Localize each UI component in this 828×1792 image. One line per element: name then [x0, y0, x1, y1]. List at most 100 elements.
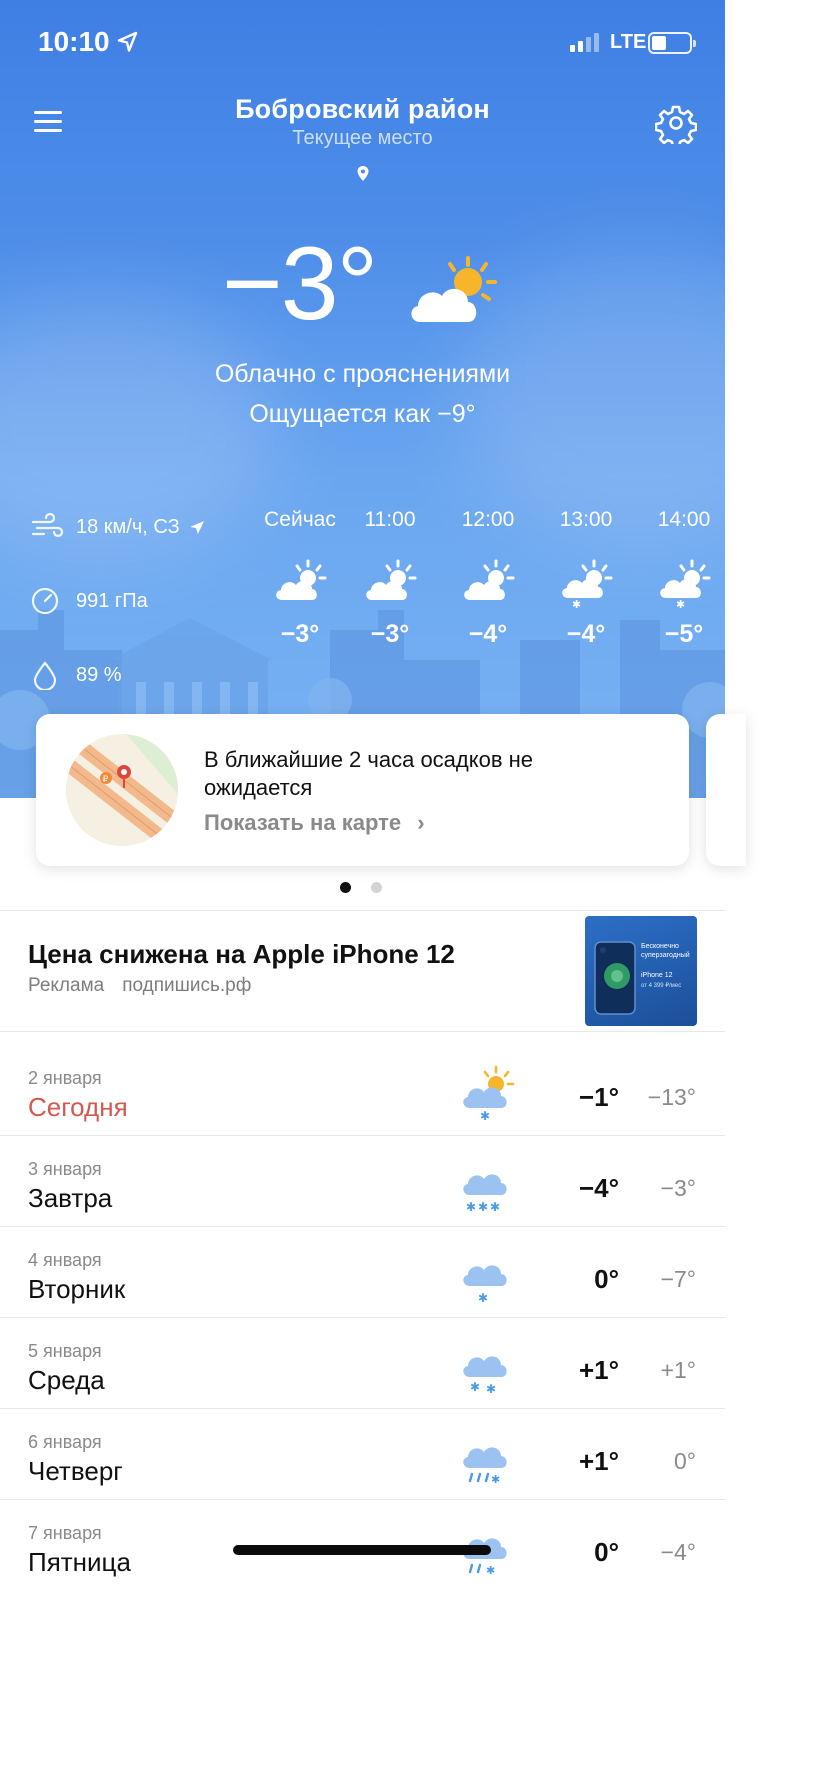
partly-cloudy-icon [276, 559, 327, 600]
forecast-high: −1° [578, 1082, 619, 1112]
precipitation-message: В ближайшие 2 часа осадков не ожидается [204, 747, 534, 800]
forecast-day-row[interactable]: 4 января Вторник ✱ 0° −7° [0, 1226, 725, 1317]
location-pin-icon [357, 166, 369, 181]
forecast-low: −4° [660, 1539, 696, 1565]
svg-text:✱: ✱ [486, 1564, 495, 1575]
hour-item[interactable]: 13:00 ✱ −4° [538, 508, 634, 649]
hour-item[interactable]: 14:00 ✱ −5° [636, 508, 732, 649]
sleet-icon: ✱ [463, 1447, 507, 1484]
forecast-day-row[interactable]: 5 января Среда ✱ ✱ +1° +1° [0, 1317, 725, 1408]
forecast-day-name: Пятница [28, 1547, 131, 1577]
svg-text:✱: ✱ [491, 1473, 500, 1484]
partly-cloudy-icon [464, 559, 515, 600]
show-on-map-link[interactable]: Показать на карте › [204, 810, 425, 836]
next-card-peek[interactable] [706, 714, 746, 866]
hour-time: 14:00 [657, 508, 711, 531]
forecast-high: −4° [578, 1173, 619, 1203]
svg-text:✱: ✱ [572, 598, 581, 608]
forecast-low: 0° [674, 1448, 696, 1474]
network-label: LTE [610, 31, 647, 53]
svg-text:✱: ✱ [478, 1291, 488, 1302]
humidity-stat: 89 % [30, 660, 122, 690]
precipitation-card[interactable]: ₽ В ближайшие 2 часа осадков не ожидаетс… [36, 714, 689, 866]
svg-text:✱: ✱ [478, 1200, 488, 1211]
forecast-day-row[interactable]: 6 января Четверг ✱ +1° 0° [0, 1408, 725, 1499]
hour-temperature: −3° [280, 620, 320, 648]
pressure-value: 991 гПа [76, 589, 148, 612]
wind-icon [31, 512, 64, 538]
forecast-date: 5 января [28, 1341, 102, 1361]
settings-button[interactable] [654, 102, 698, 149]
svg-text:₽: ₽ [103, 775, 109, 785]
partly-cloudy-icon [411, 256, 497, 322]
ad-image-text: iPhone 12 [641, 972, 673, 979]
forecast-date: 7 января [28, 1523, 102, 1543]
svg-text:✱: ✱ [480, 1109, 490, 1120]
svg-text:✱: ✱ [490, 1200, 500, 1211]
forecast-high: 0° [594, 1537, 619, 1567]
svg-text:✱: ✱ [466, 1200, 476, 1211]
home-indicator[interactable] [233, 1545, 491, 1555]
wind-stat: 18 км/ч, СЗ [30, 512, 218, 542]
ad-source: подпишись.рф [122, 975, 252, 996]
hour-item[interactable]: 11:00 −3° [342, 508, 438, 649]
forecast-high: +1° [578, 1355, 619, 1385]
forecast-low: −13° [647, 1084, 696, 1110]
partly-cloudy-snow-icon: ✱ [463, 1065, 515, 1120]
current-temperature: −3° [222, 226, 378, 342]
ad-meta: Реклама подпишись.рф [28, 975, 251, 997]
hour-time: 11:00 [364, 508, 416, 531]
gear-icon [654, 105, 698, 149]
hour-time: Сейчас [264, 508, 336, 531]
pagination-dot-active [340, 882, 351, 893]
location-arrow-icon [117, 31, 138, 52]
chevron-right-icon: › [417, 810, 425, 835]
hour-temperature: −3° [370, 620, 410, 648]
pressure-gauge-icon [31, 587, 59, 615]
forecast-high: 0° [594, 1264, 619, 1294]
forecast-date: 4 января [28, 1250, 102, 1270]
hour-time: 12:00 [461, 508, 515, 531]
current-condition: Облачно с прояснениями [214, 360, 511, 388]
forecast-low: −3° [660, 1175, 696, 1201]
signal-bars-icon [570, 33, 599, 52]
wind-direction-icon [189, 521, 204, 534]
hour-temperature: −5° [664, 620, 704, 648]
hour-time: 13:00 [559, 508, 613, 531]
ad-image: Бесконечно суперзагодный iPhone 12 от 4 … [585, 916, 697, 1026]
pressure-stat: 991 гПа [30, 586, 148, 616]
show-on-map-label: Показать на карте [204, 810, 402, 835]
forecast-day-name: Вторник [28, 1274, 126, 1304]
humidity-drop-icon [33, 661, 57, 690]
status-time: 10:10 [38, 26, 110, 57]
partly-cloudy-light-snow-icon: ✱ [660, 559, 711, 608]
battery-icon [648, 32, 696, 54]
hour-temperature: −4° [566, 620, 606, 648]
forecast-day-name: Среда [28, 1365, 105, 1395]
forecast-low: −7° [660, 1266, 696, 1292]
humidity-value: 89 % [76, 663, 122, 686]
hour-item[interactable]: Сейчас −3° [252, 508, 348, 649]
light-snow-icon: ✱ [463, 1265, 507, 1302]
svg-text:✱: ✱ [486, 1382, 496, 1393]
forecast-date: 6 января [28, 1432, 102, 1452]
feels-like: Ощущается как −9° [249, 400, 476, 428]
wind-value: 18 км/ч, СЗ [76, 515, 180, 538]
hour-temperature: −4° [468, 620, 508, 648]
location-header[interactable]: Бобровский район Текущее место [0, 94, 725, 150]
hour-item[interactable]: 12:00 −4° [440, 508, 536, 649]
precipitation-map-thumbnail: ₽ [66, 734, 178, 846]
forecast-high: +1° [578, 1446, 619, 1476]
ad-image-text: от 4 399 ₽/мес [641, 983, 682, 989]
forecast-day-name: Завтра [28, 1183, 113, 1213]
divider [0, 1031, 725, 1032]
partly-cloudy-light-snow-icon: ✱ [562, 559, 613, 608]
ad-label: Реклама [28, 975, 105, 996]
forecast-day-row[interactable]: 2 января Сегодня ✱ −1° −13° [0, 1044, 725, 1135]
status-bar: 10:10 LTE [0, 0, 725, 88]
ad-image-text: Бесконечно суперзагодный [641, 943, 690, 959]
partly-cloudy-icon [366, 559, 417, 600]
location-name: Бобровский район [235, 94, 490, 124]
forecast-day-row[interactable]: 3 января Завтра ✱ ✱ ✱ −4° −3° [0, 1135, 725, 1226]
ad-banner[interactable]: Цена снижена на Apple iPhone 12 Реклама п… [0, 911, 725, 1031]
